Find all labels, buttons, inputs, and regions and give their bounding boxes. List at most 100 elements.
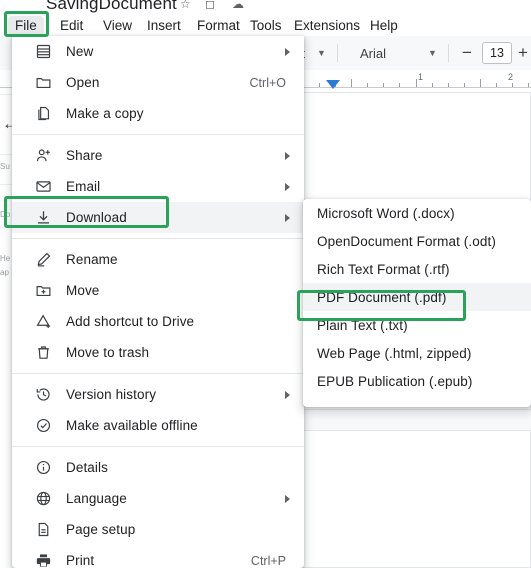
download-option-label: Web Page (.html, zipped) <box>317 345 472 361</box>
left-indent-marker[interactable] <box>326 80 340 89</box>
menubar-item-edit[interactable]: Edit <box>53 16 90 35</box>
move-to-folder-icon[interactable]: ◻ <box>205 0 215 11</box>
file-menu-item-add-shortcut-to-drive[interactable]: Add shortcut to Drive <box>12 306 304 337</box>
file-menu-item-print[interactable]: Print Ctrl+P <box>12 545 304 568</box>
download-option-label: Plain Text (.txt) <box>317 317 408 333</box>
file-menu-item-label: Move to trash <box>66 345 150 360</box>
submenu-arrow-icon <box>285 47 290 56</box>
file-menu-item-version-history[interactable]: Version history <box>12 379 304 410</box>
file-menu-item-label: Share <box>66 148 103 163</box>
download-option-label: Rich Text Format (.rtf) <box>317 261 450 277</box>
menubar-item-view[interactable]: View <box>96 16 139 35</box>
file-menu-item-label: Add shortcut to Drive <box>66 314 195 329</box>
move-folder-icon <box>32 280 54 302</box>
menubar-item-insert[interactable]: Insert <box>140 16 188 35</box>
menu-separator <box>12 238 304 239</box>
info-icon <box>32 457 54 479</box>
ruler-number-2: 2 <box>508 72 514 82</box>
panel-text-fragment-2: Do <box>0 210 11 219</box>
file-menu-item-label: Print <box>66 553 95 568</box>
file-menu-item-open[interactable]: Open Ctrl+O <box>12 67 304 98</box>
history-icon <box>32 384 54 406</box>
file-menu-item-label: Version history <box>66 387 157 402</box>
menubar-item-file[interactable]: File <box>8 16 44 35</box>
file-menu-item-email[interactable]: Email <box>12 171 304 202</box>
font-family-chevron-down-icon[interactable]: ▼ <box>428 48 437 58</box>
file-menu-item-label: Language <box>66 491 127 506</box>
menubar-item-extensions[interactable]: Extensions <box>287 16 367 35</box>
panel-text-fragment-4: ap <box>0 268 9 277</box>
file-menu-item-make-a-copy[interactable]: Make a copy <box>12 98 304 129</box>
file-menu-item-share[interactable]: Share <box>12 140 304 171</box>
file-menu-item-label: Open <box>66 75 100 90</box>
font-family-label[interactable]: Arial <box>360 46 386 61</box>
toolbar-divider-1 <box>337 44 338 62</box>
google-docs-window: SavingDocument ☆ ◻ ☁ File Edit View Inse… <box>0 0 531 568</box>
copy-icon <box>32 103 54 125</box>
folder-icon <box>32 72 54 94</box>
file-menu-item-page-setup[interactable]: Page setup <box>12 514 304 545</box>
offline-check-icon <box>32 415 54 437</box>
download-option-rich-text-format-rtf[interactable]: Rich Text Format (.rtf) <box>303 255 531 283</box>
pencil-icon <box>32 249 54 271</box>
printer-icon <box>32 550 54 568</box>
submenu-arrow-icon <box>285 494 290 503</box>
menu-bar: File Edit View Insert Format Tools Exten… <box>0 14 531 36</box>
file-menu-item-language[interactable]: Language <box>12 483 304 514</box>
file-menu-item-label: Move <box>66 283 100 298</box>
submenu-arrow-icon <box>285 390 290 399</box>
menubar-item-tools[interactable]: Tools <box>243 16 289 35</box>
toolbar-divider-2 <box>448 44 449 62</box>
file-menu-item-label: Download <box>66 210 127 225</box>
increase-font-size-button[interactable]: + <box>518 43 528 63</box>
submenu-arrow-icon <box>285 213 290 222</box>
download-submenu[interactable]: Microsoft Word (.docx) OpenDocument Forma… <box>303 199 531 407</box>
file-menu-item-label: Make a copy <box>66 106 144 121</box>
download-option-label: PDF Document (.pdf) <box>317 289 447 305</box>
download-option-label: OpenDocument Format (.odt) <box>317 233 496 249</box>
submenu-arrow-icon <box>285 151 290 160</box>
file-menu-item-rename[interactable]: Rename <box>12 244 304 275</box>
person-add-icon <box>32 145 54 167</box>
new-doc-icon <box>32 41 54 63</box>
panel-text-fragment-3: He <box>0 254 11 263</box>
drive-shortcut-icon <box>32 311 54 333</box>
file-menu-item-details[interactable]: Details <box>12 452 304 483</box>
star-icon[interactable]: ☆ <box>180 0 191 11</box>
download-option-opendocument-format-odt[interactable]: OpenDocument Format (.odt) <box>303 227 531 255</box>
file-menu-item-move-to-trash[interactable]: Move to trash <box>12 337 304 368</box>
page-setup-icon <box>32 519 54 541</box>
menubar-item-help[interactable]: Help <box>363 16 405 35</box>
file-menu-item-move[interactable]: Move <box>12 275 304 306</box>
file-menu-item-label: Page setup <box>66 522 136 537</box>
ruler-number-1: 1 <box>418 72 424 82</box>
download-option-plain-text-txt[interactable]: Plain Text (.txt) <box>303 311 531 339</box>
paragraph-style-chevron-down-icon[interactable]: ▼ <box>317 48 326 58</box>
download-option-label: EPUB Publication (.epub) <box>317 373 473 389</box>
download-option-epub-publication-epub[interactable]: EPUB Publication (.epub) <box>303 367 531 395</box>
menu-separator <box>12 373 304 374</box>
menu-separator <box>12 134 304 135</box>
file-menu-item-download[interactable]: Download <box>12 202 304 233</box>
envelope-icon <box>32 176 54 198</box>
download-icon <box>32 207 54 229</box>
file-menu-item-make-available-offline[interactable]: Make available offline <box>12 410 304 441</box>
file-menu-item-shortcut: Ctrl+P <box>250 553 286 568</box>
menubar-item-format[interactable]: Format <box>190 16 247 35</box>
file-menu-item-label: Rename <box>66 252 118 267</box>
file-menu-item-label: Details <box>66 460 108 475</box>
download-option-label: Microsoft Word (.docx) <box>317 205 455 221</box>
font-size-input[interactable]: 13 <box>482 42 512 64</box>
download-option-web-page-html-zipped[interactable]: Web Page (.html, zipped) <box>303 339 531 367</box>
download-option-microsoft-word-docx[interactable]: Microsoft Word (.docx) <box>303 199 531 227</box>
panel-text-fragment-1: Su <box>0 162 10 171</box>
file-dropdown-menu[interactable]: New Open Ctrl+O Make a copy Share Email Downlo… <box>12 36 304 568</box>
download-option-pdf-document-pdf[interactable]: PDF Document (.pdf) <box>303 283 531 311</box>
globe-icon <box>32 488 54 510</box>
menu-separator <box>12 446 304 447</box>
document-title[interactable]: SavingDocument <box>46 0 177 14</box>
file-menu-item-new[interactable]: New <box>12 36 304 67</box>
file-menu-item-label: Email <box>66 179 101 194</box>
decrease-font-size-button[interactable]: − <box>462 43 472 63</box>
cloud-status-icon[interactable]: ☁ <box>232 0 244 11</box>
